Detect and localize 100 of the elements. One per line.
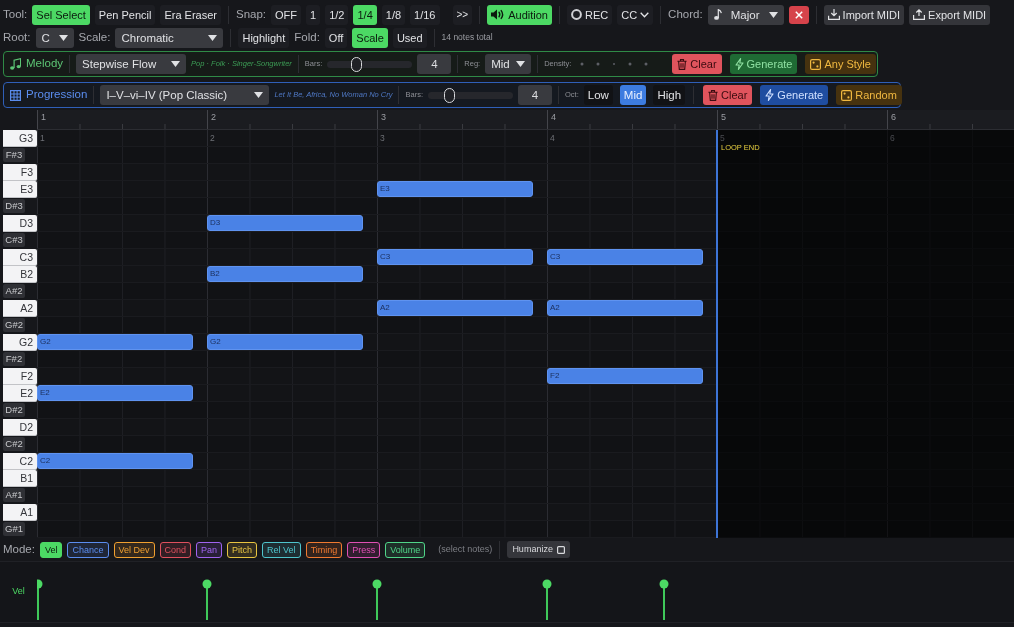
octave-button[interactable]: High bbox=[653, 85, 686, 105]
snap-button[interactable]: 1 bbox=[306, 4, 321, 25]
piano-key[interactable]: F3 bbox=[3, 164, 37, 181]
note-block[interactable]: A2 bbox=[377, 300, 533, 316]
panel-title: Melody bbox=[26, 56, 64, 72]
piano-key[interactable]: A#1 bbox=[3, 488, 25, 502]
lane-mode-tab[interactable]: Press bbox=[347, 541, 381, 558]
piano-key[interactable]: G#2 bbox=[3, 318, 25, 332]
scale-dropdown[interactable]: Chromatic bbox=[115, 27, 224, 48]
piano-key[interactable]: A2 bbox=[3, 300, 37, 317]
clear-button[interactable]: Clear bbox=[672, 54, 722, 74]
note-block[interactable]: E2 bbox=[37, 385, 193, 401]
note-block[interactable]: G2 bbox=[37, 334, 193, 350]
piano-key[interactable]: G3 bbox=[3, 130, 37, 147]
note-block[interactable]: E3 bbox=[377, 181, 533, 197]
lane-label: Vel bbox=[12, 585, 25, 599]
snap-button[interactable]: 1/16 bbox=[410, 4, 440, 25]
dice-icon bbox=[841, 89, 853, 101]
tool-button[interactable]: Sel Select bbox=[32, 4, 90, 25]
register-dropdown[interactable]: Mid bbox=[485, 54, 532, 74]
lane-mode-tab[interactable]: Pitch bbox=[227, 541, 258, 558]
export-button[interactable]: Export MIDI bbox=[909, 4, 991, 25]
random-button[interactable]: Any Style bbox=[805, 54, 876, 74]
piano-key[interactable]: F#2 bbox=[3, 352, 25, 366]
chord-dropdown[interactable]: Major bbox=[707, 4, 784, 25]
piano-key[interactable]: E2 bbox=[3, 385, 37, 402]
piano-key[interactable]: C2 bbox=[3, 453, 37, 470]
root-dropdown[interactable]: C bbox=[35, 27, 74, 48]
clear-chord-button[interactable] bbox=[788, 5, 809, 24]
note-block[interactable]: C3 bbox=[377, 249, 533, 265]
music-note-icon bbox=[713, 9, 722, 20]
lane-mode-tab[interactable]: Cond bbox=[159, 541, 192, 558]
snap-button[interactable]: 1/2 bbox=[325, 4, 349, 25]
piano-key[interactable]: A1 bbox=[3, 504, 37, 521]
piano-key[interactable]: D2 bbox=[3, 419, 37, 436]
clear-button[interactable]: Clear bbox=[703, 85, 753, 105]
fold-button[interactable]: Used bbox=[392, 27, 427, 48]
note-block[interactable]: G2 bbox=[207, 334, 363, 350]
cc-dropdown[interactable]: CC bbox=[617, 4, 654, 25]
lane-mode-tab[interactable]: Rel Vel bbox=[262, 541, 301, 558]
note-block[interactable]: C3 bbox=[547, 249, 703, 265]
bar-number: 2 bbox=[210, 133, 215, 143]
piano-key[interactable]: A#2 bbox=[3, 284, 25, 298]
piano-key[interactable]: D3 bbox=[3, 215, 37, 232]
bars-input[interactable]: 4 bbox=[417, 54, 452, 74]
piano-key[interactable]: C3 bbox=[3, 249, 37, 266]
more-button[interactable]: >> bbox=[452, 4, 473, 25]
lane-mode-tab[interactable]: Vel Dev bbox=[113, 541, 155, 558]
chevron-down-icon bbox=[640, 11, 650, 18]
loop-end-marker[interactable] bbox=[716, 130, 718, 538]
record-button[interactable]: REC bbox=[566, 4, 613, 25]
audition-button[interactable]: Audition bbox=[487, 4, 552, 25]
bar-number: 4 bbox=[550, 133, 555, 143]
fold-button[interactable]: Off bbox=[324, 27, 348, 48]
piano-key[interactable]: D#2 bbox=[3, 403, 25, 417]
highlight-button[interactable]: Highlight bbox=[238, 27, 290, 48]
progression-dropdown[interactable]: I–V–vi–IV (Pop Classic) bbox=[100, 85, 270, 105]
tool-button[interactable]: Pen Pencil bbox=[94, 4, 156, 25]
note-block[interactable]: C2 bbox=[37, 453, 193, 469]
piano-key[interactable]: G2 bbox=[3, 334, 37, 351]
lane-mode-tab[interactable]: Volume bbox=[385, 541, 426, 558]
generate-button[interactable]: Generate bbox=[760, 85, 829, 105]
piano-key[interactable]: E3 bbox=[3, 181, 37, 198]
note-block[interactable]: F2 bbox=[547, 368, 703, 384]
lightning-icon bbox=[765, 89, 775, 101]
snap-button[interactable]: 1/8 bbox=[381, 4, 406, 25]
humanize-button[interactable]: Humanize bbox=[507, 541, 570, 558]
slider-thumb[interactable] bbox=[351, 56, 363, 72]
note-block[interactable]: D3 bbox=[207, 215, 363, 231]
style-dropdown[interactable]: Stepwise Flow bbox=[76, 54, 187, 74]
timeline-ruler[interactable]: 1 2 3 4 5 6 bbox=[37, 110, 1014, 130]
note-block[interactable]: B2 bbox=[207, 266, 363, 282]
random-button[interactable]: Random bbox=[836, 85, 902, 105]
lane-mode-tab[interactable]: Timing bbox=[305, 541, 343, 558]
music-notes-icon bbox=[10, 58, 21, 70]
piano-key[interactable]: D#3 bbox=[3, 199, 25, 213]
tool-button[interactable]: Era Eraser bbox=[160, 4, 221, 25]
piano-key[interactable]: F#3 bbox=[3, 148, 25, 162]
generate-button[interactable]: Generate bbox=[729, 54, 798, 74]
bar-number: 1 bbox=[41, 112, 46, 123]
lane-mode-tab[interactable]: Vel bbox=[39, 541, 63, 558]
bars-input[interactable]: 4 bbox=[518, 85, 552, 105]
piano-key[interactable]: B2 bbox=[3, 266, 37, 283]
lane-mode-tab[interactable]: Pan bbox=[196, 541, 223, 558]
snap-button[interactable]: 1/4 bbox=[353, 4, 377, 25]
piano-key[interactable]: C#2 bbox=[3, 437, 25, 451]
slider-thumb[interactable] bbox=[444, 87, 456, 103]
piano-key[interactable]: G#1 bbox=[3, 522, 25, 536]
piano-key[interactable]: F2 bbox=[3, 368, 37, 385]
root-label: Root: bbox=[3, 29, 31, 45]
import-button[interactable]: Import MIDI bbox=[823, 4, 905, 25]
lane-mode-tab[interactable]: Chance bbox=[67, 541, 109, 558]
octave-button[interactable]: Mid bbox=[619, 85, 647, 105]
piano-key[interactable]: C#3 bbox=[3, 233, 25, 247]
piano-key[interactable]: B1 bbox=[3, 470, 37, 487]
fold-button[interactable]: Scale bbox=[352, 27, 388, 48]
octave-button[interactable]: Low bbox=[583, 85, 613, 105]
snap-button[interactable]: OFF bbox=[271, 4, 302, 25]
note-block[interactable]: A2 bbox=[547, 300, 703, 316]
grid-icon bbox=[10, 89, 21, 101]
